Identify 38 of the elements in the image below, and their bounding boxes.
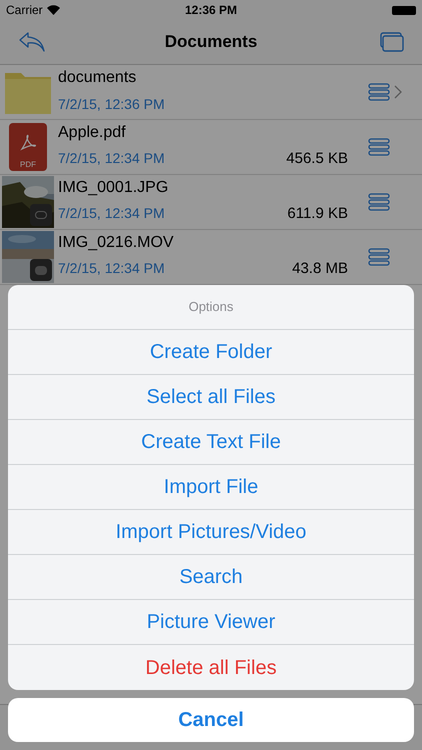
wifi-icon bbox=[46, 5, 60, 15]
file-size: 611.9 KB bbox=[287, 204, 349, 224]
sheet-action[interactable]: Search bbox=[8, 555, 414, 600]
windows-icon bbox=[380, 32, 404, 52]
chevron-right-icon bbox=[394, 85, 402, 99]
nav-title: Documents bbox=[164, 31, 258, 54]
menu-icon[interactable] bbox=[368, 138, 390, 156]
clapperboard-icon bbox=[30, 259, 52, 281]
file-name: IMG_0216.MOV bbox=[58, 234, 175, 252]
sheet-action[interactable]: Picture Viewer bbox=[8, 600, 414, 645]
file-name: IMG_0001.JPG bbox=[58, 179, 170, 197]
file-row[interactable]: documents 7/2/15, 12:36 PM bbox=[0, 65, 422, 120]
file-date: 7/2/15, 12:34 PM bbox=[58, 149, 166, 168]
battery-icon bbox=[392, 6, 416, 14]
sheet-action[interactable]: Create Folder bbox=[8, 330, 414, 375]
file-size: 43.8 MB bbox=[292, 258, 349, 278]
menu-icon[interactable] bbox=[368, 83, 390, 101]
file-date: 7/2/15, 12:36 PM bbox=[58, 95, 166, 114]
sheet-action[interactable]: Select all Files bbox=[8, 375, 414, 420]
sheet-action[interactable]: Import Pictures/Video bbox=[8, 510, 414, 555]
sheet-action[interactable]: Delete all Files bbox=[8, 645, 414, 690]
sheet-title: Options bbox=[188, 298, 234, 316]
file-row[interactable]: PDF Apple.pdf 7/2/15, 12:34 PM 456.5 KB bbox=[0, 120, 422, 175]
file-date: 7/2/15, 12:34 PM bbox=[58, 259, 166, 278]
sheet-action[interactable]: Create Text File bbox=[8, 420, 414, 465]
reply-arrow-icon bbox=[18, 31, 46, 53]
menu-icon[interactable] bbox=[368, 193, 390, 211]
file-date: 7/2/15, 12:34 PM bbox=[58, 204, 166, 224]
file-name: documents bbox=[58, 69, 138, 87]
menu-icon[interactable] bbox=[368, 248, 390, 266]
file-size: 456.5 KB bbox=[286, 148, 349, 168]
sheet-action[interactable]: Import File bbox=[8, 465, 414, 510]
cancel-button[interactable]: Cancel bbox=[8, 698, 414, 742]
camera-icon bbox=[30, 204, 52, 226]
file-name: Apple.pdf bbox=[58, 124, 127, 142]
carrier-label: Carrier bbox=[6, 2, 43, 19]
pdf-file-icon: PDF bbox=[9, 123, 47, 171]
status-time: 12:36 PM bbox=[184, 2, 238, 19]
